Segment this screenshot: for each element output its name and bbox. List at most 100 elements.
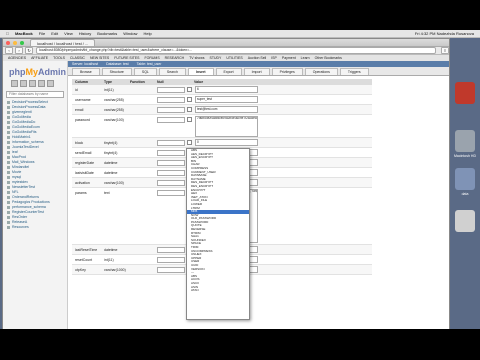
logout-icon[interactable] <box>20 80 27 87</box>
function-select[interactable] <box>157 180 185 186</box>
bookmark-item[interactable]: TOOLS <box>53 56 65 60</box>
function-select[interactable] <box>157 87 185 93</box>
bookmark-item[interactable]: CLASSIC <box>70 56 85 60</box>
logo-my: My <box>25 67 39 77</box>
bookmark-item[interactable]: UTILITIES <box>226 56 242 60</box>
column-name: lastResetTime <box>75 248 98 252</box>
tab-privileges[interactable]: Privileges <box>271 68 303 75</box>
home-icon[interactable] <box>11 80 18 87</box>
breadcrumb-server[interactable]: Server: localhost <box>72 62 98 66</box>
database-icon <box>7 211 10 214</box>
bookmark-item[interactable]: TV shows <box>189 56 204 60</box>
browser-tab[interactable]: localhost / localhost / test / ... <box>30 39 96 46</box>
folder-icon[interactable] <box>455 168 475 190</box>
bookmark-item[interactable]: Auction Sell <box>248 56 266 60</box>
tab-sql[interactable]: SQL <box>133 68 157 75</box>
url-input[interactable]: localhost:8080/phpmyadmin/tbl_change.php… <box>36 47 436 54</box>
column-name: activation <box>75 181 90 185</box>
function-select[interactable] <box>157 160 185 166</box>
logo-admin: Admin <box>38 67 67 77</box>
null-checkbox[interactable] <box>187 107 192 112</box>
function-select[interactable] <box>157 97 185 103</box>
column-type: varchar(1000) <box>104 268 126 272</box>
menu-item-window[interactable]: Window <box>123 31 137 36</box>
menu-item-history[interactable]: History <box>79 31 91 36</box>
database-filter-input[interactable]: Filter databases by name <box>6 91 64 98</box>
close-icon[interactable] <box>6 40 10 45</box>
database-icon <box>7 196 10 199</box>
logo-php: php <box>9 67 26 77</box>
bookmark-item[interactable]: Learn <box>301 56 310 60</box>
back-icon[interactable]: ‹ <box>5 47 13 54</box>
breadcrumb-database[interactable]: Database: test <box>106 62 129 66</box>
bookmark-item[interactable]: RESEARCH <box>165 56 184 60</box>
tab-insert[interactable]: Insert <box>187 68 214 75</box>
bookmark-item[interactable]: FUTURE SITES <box>114 56 139 60</box>
tab-structure[interactable]: Structure <box>101 68 132 75</box>
menu-item-bookmarks[interactable]: Bookmarks <box>97 31 117 36</box>
function-select[interactable] <box>157 257 185 263</box>
page-content: phpMyAdmin Filter databases by name Deci… <box>3 61 449 329</box>
function-select[interactable] <box>157 267 185 273</box>
value-input[interactable]: test@test.com <box>195 106 258 113</box>
function-select[interactable] <box>157 140 185 146</box>
database-icon <box>7 136 10 139</box>
menu-item-edit[interactable]: Edit <box>51 31 58 36</box>
settings-icon[interactable] <box>38 80 45 87</box>
column-type: int(11) <box>104 88 114 92</box>
drive-icon[interactable] <box>455 210 475 232</box>
app-icon[interactable] <box>455 82 475 104</box>
bookmark-item[interactable]: STUDY <box>210 56 222 60</box>
menu-item-app[interactable]: MacBook <box>15 31 33 36</box>
tab-import[interactable]: Import <box>243 68 270 75</box>
function-select[interactable] <box>157 150 185 156</box>
null-checkbox[interactable] <box>187 117 192 122</box>
tab-export[interactable]: Export <box>215 68 242 75</box>
tab-triggers[interactable]: Triggers <box>339 68 369 75</box>
value-input[interactable]: 7d6b54f0f4a4fdcec9d2b5e36c9e7f2a35e8c1 <box>195 116 258 137</box>
function-select[interactable] <box>157 190 185 196</box>
browser-tab-title: localhost / localhost / test / ... <box>37 40 89 46</box>
bookmark-item[interactable]: Payment <box>282 56 296 60</box>
function-option[interactable]: ATAN <box>187 289 249 293</box>
bookmark-item[interactable]: AFFILIATE <box>31 56 48 60</box>
value-input[interactable]: 6 <box>195 86 258 93</box>
value-input[interactable]: 0 <box>195 139 258 146</box>
null-checkbox[interactable] <box>187 140 192 145</box>
tab-browse[interactable]: Browse <box>72 68 100 75</box>
bookmark-item[interactable]: AGENCIES <box>8 56 26 60</box>
help-icon[interactable] <box>29 80 36 87</box>
bookmark-item[interactable]: FORUMS <box>145 56 160 60</box>
maximize-icon[interactable] <box>20 40 24 45</box>
column-name: lastvisitDate <box>75 171 94 175</box>
reload-icon[interactable] <box>47 80 54 87</box>
function-select[interactable] <box>157 170 185 176</box>
menu-item-view[interactable]: View <box>64 31 73 36</box>
breadcrumb-table[interactable]: Table: test_user <box>137 62 162 66</box>
forward-icon[interactable]: › <box>15 47 23 54</box>
function-select[interactable] <box>157 117 185 123</box>
value-input[interactable]: super_test <box>195 96 258 103</box>
sidebar-database-item[interactable]: Resources <box>3 225 67 230</box>
menu-icon[interactable]: ≡ <box>441 47 449 54</box>
database-icon <box>7 156 10 159</box>
column-type: datetime <box>104 248 118 252</box>
function-select[interactable] <box>157 247 185 253</box>
function-select[interactable] <box>157 107 185 113</box>
null-checkbox[interactable] <box>187 87 192 92</box>
null-checkbox[interactable] <box>187 97 192 102</box>
bookmark-item[interactable]: Other Bookmarks <box>315 56 342 60</box>
menu-item-help[interactable]: Help <box>143 31 151 36</box>
bookmark-item[interactable]: NEW SITES <box>90 56 109 60</box>
tab-operations[interactable]: Operations <box>304 68 338 75</box>
function-dropdown[interactable]: ABS AES_DECRYPT AES_ENCRYPT BIN CHAR COMPRESS… <box>186 148 250 320</box>
menu-item-file[interactable]: File <box>39 31 45 36</box>
phpmyadmin-logo[interactable]: phpMyAdmin <box>9 67 67 77</box>
database-icon <box>7 161 10 164</box>
bookmark-item[interactable]: ISP <box>271 56 277 60</box>
apple-menu[interactable]:  <box>6 31 9 36</box>
minimize-icon[interactable] <box>13 40 17 45</box>
hard-drive-icon[interactable] <box>455 130 475 152</box>
tab-search[interactable]: Search <box>158 68 186 75</box>
reload-icon[interactable]: ↻ <box>25 47 33 54</box>
